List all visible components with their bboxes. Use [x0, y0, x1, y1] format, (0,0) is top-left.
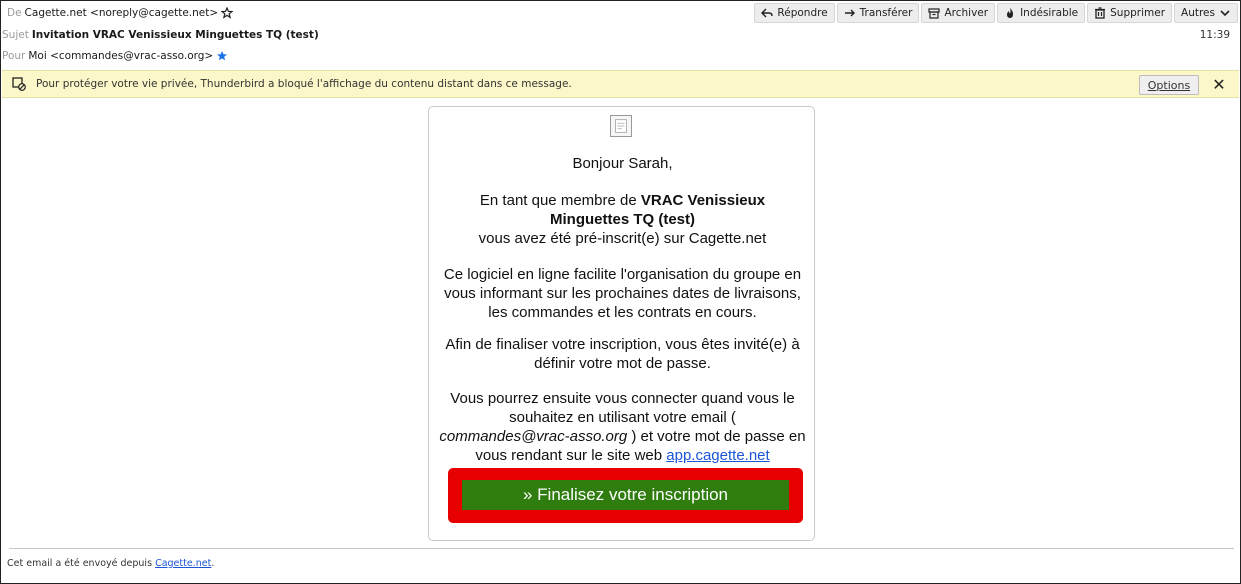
notification-text: Pour protéger votre vie privée, Thunderb…	[36, 78, 572, 90]
cagette-app-link[interactable]: app.cagette.net	[666, 447, 769, 464]
login-pre: Vous pourrez ensuite vous connecter quan…	[450, 390, 795, 426]
from-value[interactable]: Cagette.net <noreply@cagette.net>	[25, 7, 219, 19]
email-card: Bonjour Sarah, En tant que membre de VRA…	[428, 106, 815, 541]
software-paragraph: Ce logiciel en ligne facilite l'organisa…	[443, 266, 802, 321]
subject-label: Sujet	[2, 29, 29, 41]
options-button[interactable]: Options	[1139, 75, 1199, 95]
flame-icon	[1007, 8, 1014, 18]
delete-button[interactable]: Supprimer	[1087, 3, 1173, 23]
email-footer: Cet email a été envoyé depuis Cagette.ne…	[7, 558, 214, 569]
junk-button[interactable]: Indésirable	[997, 3, 1086, 23]
greeting: Bonjour Sarah,	[572, 155, 673, 172]
forward-icon	[844, 9, 855, 17]
reply-button[interactable]: Répondre	[754, 3, 835, 23]
forward-label: Transférer	[859, 7, 913, 19]
close-icon[interactable]: ✕	[1209, 74, 1229, 94]
archive-label: Archiver	[944, 7, 989, 19]
archive-button[interactable]: Archiver	[921, 3, 996, 23]
options-label: Options	[1147, 78, 1191, 92]
membership-paragraph: En tant que membre de VRAC Venissieux Mi…	[439, 191, 806, 248]
membership-pre: En tant que membre de	[479, 192, 641, 209]
footer-end: .	[211, 558, 215, 569]
footer-link[interactable]: Cagette.net	[155, 558, 211, 569]
archive-icon	[928, 8, 941, 19]
more-button[interactable]: Autres	[1174, 3, 1238, 23]
cta-highlight: » Finalisez votre inscription	[448, 468, 803, 523]
footer-divider	[9, 548, 1234, 549]
star-filled-icon[interactable]	[216, 50, 228, 62]
finalize-paragraph: Afin de finaliser votre inscription, vou…	[445, 336, 800, 372]
to-row: Pour Moi <commandes@vrac-asso.org>	[1, 46, 1240, 66]
delete-label: Supprimer	[1110, 7, 1166, 19]
reply-icon	[761, 8, 774, 18]
star-icon[interactable]	[221, 7, 234, 19]
footer-text: Cet email a été envoyé depuis	[7, 558, 153, 569]
message-toolbar: Répondre Transférer Archiver Indésirable…	[754, 3, 1238, 23]
email-address: commandes@vrac-asso.org	[439, 428, 628, 445]
login-paragraph: Vous pourrez ensuite vous connecter quan…	[439, 389, 806, 465]
remote-content-notification: Pour protéger votre vie privée, Thunderb…	[2, 70, 1239, 98]
reply-label: Répondre	[777, 7, 828, 19]
forward-button[interactable]: Transférer	[836, 3, 920, 23]
to-value[interactable]: Moi <commandes@vrac-asso.org>	[28, 50, 213, 62]
message-time: 11:39	[1199, 29, 1230, 41]
trash-icon	[1095, 7, 1106, 19]
membership-post: vous avez été pré-inscrit(e) sur Cagette…	[478, 230, 767, 247]
more-label: Autres	[1181, 7, 1215, 19]
to-label: Pour	[2, 50, 26, 62]
junk-label: Indésirable	[1020, 7, 1079, 19]
subject-value: Invitation VRAC Venissieux Minguettes TQ…	[31, 29, 319, 41]
broken-image-icon	[610, 115, 632, 137]
blocked-content-icon	[12, 77, 26, 91]
message-pane: De Cagette.net <noreply@cagette.net> Rép…	[0, 0, 1241, 584]
from-label: De	[7, 7, 22, 19]
subject-row: Sujet Invitation VRAC Venissieux Minguet…	[1, 25, 1240, 45]
chevron-down-icon	[1220, 10, 1230, 17]
finalize-registration-button[interactable]: » Finalisez votre inscription	[462, 480, 789, 510]
